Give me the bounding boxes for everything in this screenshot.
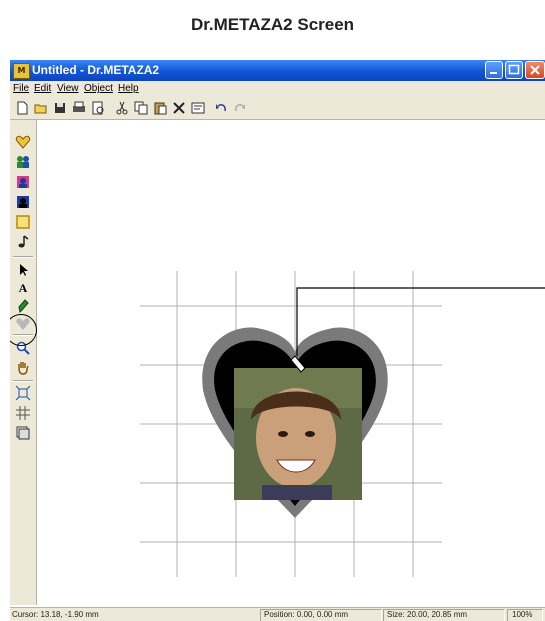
status-size: Size: 20.00, 20.85 mm	[387, 610, 468, 619]
properties-icon[interactable]	[190, 100, 206, 116]
close-button[interactable]	[525, 61, 545, 79]
cut-icon[interactable]	[114, 100, 130, 116]
maximize-button[interactable]	[505, 61, 523, 79]
layers-icon[interactable]	[15, 425, 31, 441]
save-icon[interactable]	[52, 100, 68, 116]
paste-icon[interactable]	[152, 100, 168, 116]
menu-file[interactable]: File	[13, 83, 29, 94]
rectangle-icon[interactable]	[15, 214, 31, 230]
print-preview-icon[interactable]	[90, 100, 106, 116]
undo-icon[interactable]	[213, 100, 229, 116]
redo-icon[interactable]	[232, 100, 248, 116]
title-bar[interactable]: M Untitled - Dr.METAZA2	[10, 60, 545, 81]
status-position: Position: 0.00, 0.00 mm	[264, 610, 349, 619]
portrait-dark-icon[interactable]	[15, 194, 31, 210]
menu-view[interactable]: View	[57, 83, 79, 94]
copy-icon[interactable]	[133, 100, 149, 116]
app-logo-icon: M	[13, 63, 30, 79]
menu-bar: File Edit View Object Help	[10, 81, 545, 97]
status-cursor: Cursor: 13.18, -1.90 mm	[12, 610, 99, 619]
music-note-icon[interactable]	[15, 234, 31, 250]
menu-object[interactable]: Object	[84, 83, 113, 94]
tool-sidebar: A	[10, 120, 37, 605]
status-bar: Cursor: 13.18, -1.90 mm Position: 0.00, …	[10, 607, 545, 621]
minimize-button[interactable]	[485, 61, 503, 79]
close-icon	[530, 65, 540, 75]
print-icon[interactable]	[71, 100, 87, 116]
pointer-icon[interactable]	[15, 262, 31, 278]
minimize-icon	[490, 72, 497, 74]
new-icon[interactable]	[14, 100, 30, 116]
heart-icon[interactable]	[15, 134, 31, 150]
hand-icon[interactable]	[15, 360, 31, 376]
drawing-canvas[interactable]	[37, 120, 545, 606]
maximize-icon	[508, 64, 520, 75]
portrait-icon[interactable]	[15, 174, 31, 190]
text-icon[interactable]: A	[15, 280, 31, 296]
open-icon[interactable]	[33, 100, 49, 116]
delete-icon[interactable]	[171, 100, 187, 116]
status-zoom: 100%	[512, 610, 533, 619]
grid-icon[interactable]	[15, 405, 31, 421]
window-title: Untitled - Dr.METAZA2	[32, 63, 160, 77]
child-photo	[234, 368, 362, 500]
toolbar	[10, 97, 545, 120]
canvas-artwork	[140, 271, 545, 577]
pen-icon[interactable]	[15, 298, 31, 314]
app-window: M Untitled - Dr.METAZA2 File Edit View O…	[10, 60, 545, 621]
figure-heading: Dr.METAZA2 Screen	[190, 15, 355, 34]
menu-edit[interactable]: Edit	[34, 83, 51, 94]
people-icon[interactable]	[15, 154, 31, 170]
fit-icon[interactable]	[15, 385, 31, 401]
menu-help[interactable]: Help	[118, 83, 139, 94]
